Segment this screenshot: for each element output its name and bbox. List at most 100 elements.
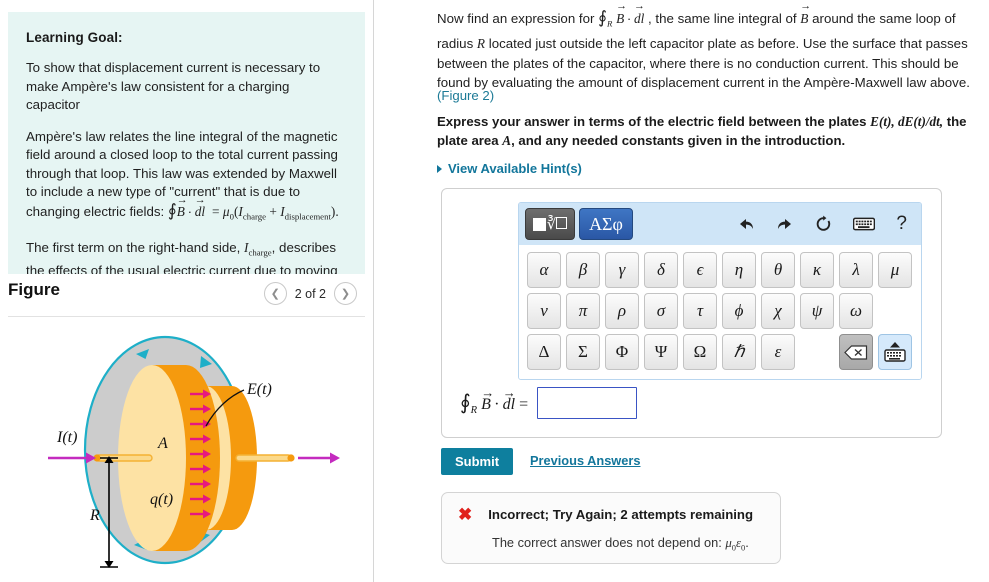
mathpad-keys: α β γ δ ϵ η θ κ λ μ ν π ρ σ τ ϕ χ ψ ω Δ … (519, 245, 921, 379)
greek-key[interactable]: ν (527, 293, 561, 329)
answer-input[interactable] (537, 387, 638, 419)
figure-header: Figure ❮ 2 of 2 ❯ (8, 278, 365, 316)
mu-epsilon-symbol: μ0ε0 (725, 536, 746, 553)
greek-key[interactable]: Ψ (644, 334, 678, 370)
learning-goal-paragraph-2: Ampère's law relates the line integral o… (26, 128, 347, 226)
feedback-header: ✖ Incorrect; Try Again; 2 attempts remai… (458, 506, 753, 523)
greek-key[interactable]: θ (761, 252, 795, 288)
efield-arrow-group (190, 389, 211, 519)
label-area: A (157, 435, 168, 452)
figure-reference-link[interactable]: (Figure 2) (437, 88, 494, 103)
greek-key[interactable]: Φ (605, 334, 639, 370)
red-x-icon: ✖ (458, 505, 473, 524)
learning-goal-paragraph-1: To show that displacement current is nec… (26, 60, 321, 112)
b-vector-symbol: B (800, 1, 811, 29)
greek-key[interactable]: σ (644, 293, 678, 329)
feedback-card: ✖ Incorrect; Try Again; 2 attempts remai… (441, 492, 781, 564)
current-arrow-left (48, 452, 96, 464)
feedback-detail: The correct answer does not depend on: μ… (492, 535, 749, 553)
right-wire (235, 454, 292, 462)
figure-prev-button[interactable]: ❮ (263, 282, 287, 305)
mathpad-row-3: Δ Σ Φ Ψ Ω ℏ ε (527, 334, 913, 370)
question-text-2: , the same line integral of (648, 11, 797, 26)
square-placeholder-icon (532, 217, 546, 231)
keyboard-icon[interactable] (853, 217, 876, 231)
tab-templates[interactable]: ∛ (525, 208, 575, 240)
feedback-detail-suffix: . (745, 535, 749, 550)
greek-key[interactable]: ω (839, 293, 873, 329)
redo-arrow-icon[interactable] (776, 216, 794, 232)
greek-key[interactable]: λ (839, 252, 873, 288)
figure-navigation: ❮ 2 of 2 ❯ (263, 282, 357, 305)
figure-canvas: I(t) A q(t) R E(t) (8, 322, 368, 580)
submit-button[interactable]: Submit (441, 448, 513, 475)
problem-page: Learning Goal: To show that displacement… (0, 0, 989, 582)
greek-key[interactable]: ρ (605, 293, 639, 329)
refresh-circle-icon[interactable] (815, 215, 832, 233)
tab-greek-symbols[interactable]: ΑΣφ (579, 208, 633, 240)
mathpad-action-icons: ? (737, 213, 907, 235)
greek-key[interactable]: ϵ (683, 252, 717, 288)
answer-instructions: Express your answer in terms of the elec… (437, 112, 988, 150)
greek-key[interactable]: ϕ (722, 293, 756, 329)
triangle-right-icon (437, 164, 442, 173)
capacitor-diagram-svg: I(t) A q(t) R E(t) (48, 335, 340, 568)
area-symbol: A (502, 133, 512, 148)
backspace-icon (844, 344, 868, 360)
mathpad-row-1: α β γ δ ϵ η θ κ λ μ (527, 252, 913, 288)
greek-key[interactable]: γ (605, 252, 639, 288)
keyboard-hide-icon (884, 342, 906, 362)
loop-integral-symbol: ∮R B · dl (598, 1, 648, 28)
key-spacer (800, 334, 834, 370)
label-charge: q(t) (150, 491, 173, 508)
chevron-right-icon: ❯ (340, 288, 351, 300)
math-symbol-palette: ∛ ΑΣφ ? α β γ δ ϵ η θ κ λ μ ν π ρ σ τ ϕ … (518, 202, 922, 380)
question-text-1: Now find an expression for (437, 11, 595, 26)
label-current: I(t) (56, 429, 77, 446)
greek-key[interactable]: α (527, 252, 561, 288)
answer-expression-label: ∮R B · dl = (460, 386, 528, 416)
figure-divider (8, 316, 365, 317)
greek-key[interactable]: ψ (800, 293, 834, 329)
greek-key[interactable]: κ (800, 252, 834, 288)
left-column: Learning Goal: To show that displacement… (0, 0, 374, 582)
greek-key[interactable]: ℏ (722, 334, 756, 370)
greek-key[interactable]: τ (683, 293, 717, 329)
help-icon[interactable]: ? (896, 213, 907, 235)
view-hints-label: View Available Hint(s) (448, 161, 582, 176)
express-text-3: , and any needed constants given in the … (511, 133, 846, 148)
greek-key[interactable]: Σ (566, 334, 600, 370)
radius-symbol: R (476, 36, 486, 52)
figure-next-button[interactable]: ❯ (334, 282, 357, 305)
label-efield: E(t) (246, 381, 272, 398)
view-hints-toggle[interactable]: View Available Hint(s) (437, 161, 582, 176)
greek-key[interactable]: μ (878, 252, 912, 288)
figure-counter: 2 of 2 (294, 286, 326, 301)
greek-key[interactable]: χ (761, 293, 795, 329)
learning-goal-panel: Learning Goal: To show that displacement… (8, 12, 365, 274)
greek-key[interactable]: β (566, 252, 600, 288)
previous-answers-link[interactable]: Previous Answers (530, 453, 640, 468)
undo-arrow-icon[interactable] (737, 216, 755, 232)
learning-goal-heading: Learning Goal: (26, 30, 123, 45)
sqrt-icon: ∛ (547, 215, 568, 234)
keyboard-hide-button[interactable] (878, 334, 912, 370)
greek-key[interactable]: π (566, 293, 600, 329)
express-text-1: Express your answer in terms of the elec… (437, 114, 867, 129)
feedback-detail-text: The correct answer does not depend on: (492, 535, 722, 550)
backspace-button[interactable] (839, 334, 873, 370)
greek-key[interactable]: η (722, 252, 756, 288)
chevron-left-icon: ❮ (270, 288, 280, 300)
greek-key[interactable]: δ (644, 252, 678, 288)
figure-title: Figure (8, 280, 60, 299)
greek-key[interactable]: ε (761, 334, 795, 370)
current-arrow-right (298, 452, 340, 464)
greek-key[interactable]: Ω (683, 334, 717, 370)
e-of-t-symbols: E(t), dE(t)/dt, (870, 114, 944, 129)
mathpad-toolbar: ∛ ΑΣφ ? (519, 203, 921, 245)
answer-card: ∛ ΑΣφ ? α β γ δ ϵ η θ κ λ μ ν π ρ σ τ ϕ … (441, 188, 942, 438)
greek-key[interactable]: Δ (527, 334, 561, 370)
ampere-law-formula: ∮B · dl = μ0(Icharge + Idisplacement). (168, 195, 339, 221)
label-radius: R (89, 507, 100, 524)
answer-entry-row: ∮R B · dl = (460, 386, 638, 419)
